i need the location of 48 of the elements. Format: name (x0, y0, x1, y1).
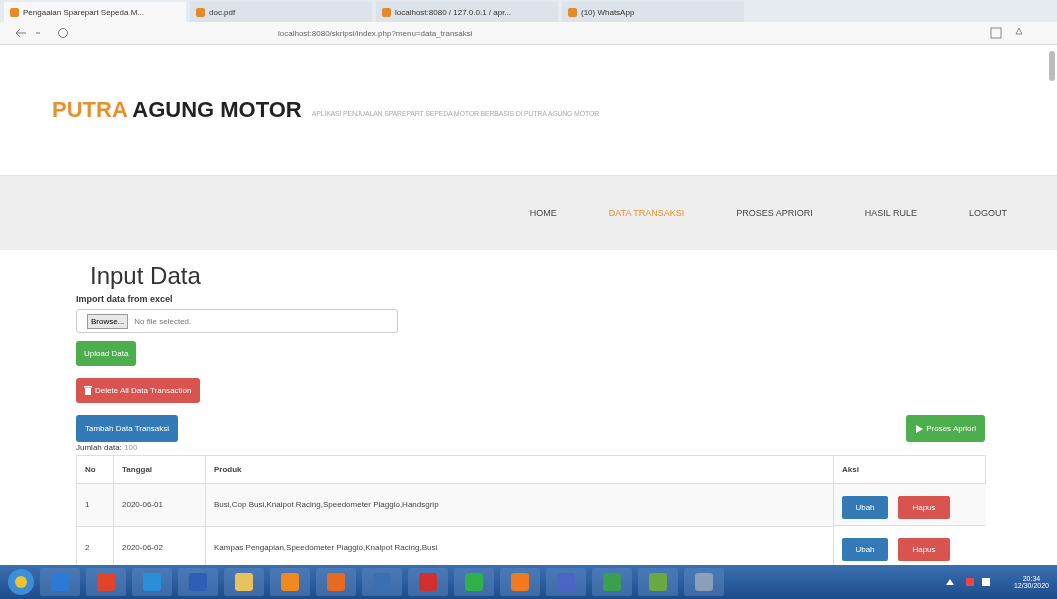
reload-icon[interactable] (56, 26, 70, 40)
delete-button[interactable]: Hapus (898, 538, 950, 561)
nav-link[interactable]: LOGOUT (969, 208, 1007, 218)
nav-link[interactable]: HOME (529, 208, 557, 218)
app-icon[interactable] (636, 567, 680, 597)
count-label: Jumlah data: (76, 443, 122, 452)
play-icon (915, 424, 924, 433)
page-icon (196, 7, 205, 17)
delete-button[interactable]: Hapus (898, 496, 950, 519)
column-header: Aksi (833, 455, 986, 484)
page-icon (568, 7, 577, 17)
start-icon[interactable] (6, 567, 36, 597)
table-cell: 1 (76, 483, 114, 526)
page-icon (10, 7, 19, 17)
add-button[interactable]: Tambah Data Transaksi (76, 415, 179, 442)
trash-icon (84, 386, 92, 395)
table-cell: 2020-06-01 (113, 483, 206, 526)
browser-tab[interactable]: (10) WhatsApp (562, 2, 744, 22)
page-icon (382, 7, 391, 17)
app-icon[interactable] (222, 567, 266, 597)
app-icon[interactable] (590, 567, 634, 597)
app-icon[interactable] (314, 567, 358, 597)
column-header: Tanggal (113, 455, 206, 484)
file-input[interactable]: Browse... No file selected. (76, 309, 398, 333)
delete-all-button[interactable]: Delete All Data Transaction (76, 378, 200, 403)
app-icon[interactable] (682, 567, 726, 597)
app-icon[interactable] (84, 567, 128, 597)
file-name: No file selected. (134, 316, 192, 326)
nav-link[interactable]: PROSES APRIORI (736, 208, 813, 218)
count-value: 100 (124, 443, 138, 452)
nav-link[interactable]: HASIL RULE (864, 208, 917, 218)
edit-button[interactable]: Ubah (842, 538, 888, 561)
edit-button[interactable]: Ubah (842, 496, 888, 519)
app-icon[interactable] (498, 567, 542, 597)
app-icon[interactable] (452, 567, 496, 597)
browser-tab[interactable]: Pengaalan Sparepart Sepeda M... (4, 2, 186, 22)
app-icon[interactable] (130, 567, 174, 597)
import-label: Import data from excel (76, 294, 174, 304)
table-cell: Busi,Cop Busi,Knalpot Racing,Speedometer Piaggio,Handsgrip (205, 483, 834, 526)
scrollbar[interactable] (1049, 51, 1055, 81)
browser-tab[interactable]: doc.pdf (190, 2, 372, 22)
brand-title: PUTRA AGUNG MOTOR (52, 97, 302, 123)
browser-tab[interactable]: localhost:8080 / 127.0.0.1 / apr... (376, 2, 558, 22)
column-header: No (76, 455, 114, 484)
column-header: Produk (205, 455, 834, 484)
app-icon[interactable] (268, 567, 312, 597)
page-title: Input Data (90, 262, 202, 290)
browse-button[interactable]: Browse... (87, 313, 129, 329)
